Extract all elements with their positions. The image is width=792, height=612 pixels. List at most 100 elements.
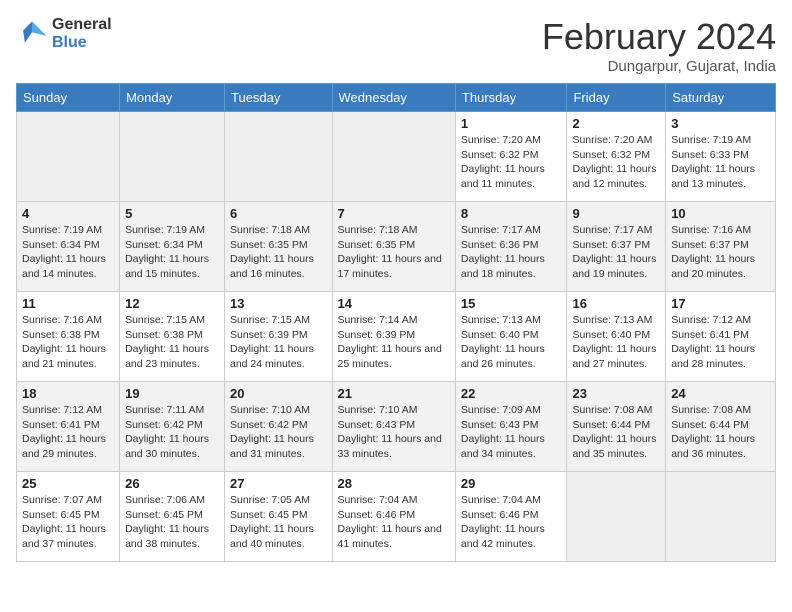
calendar-week-0: 1Sunrise: 7:20 AM Sunset: 6:32 PM Daylig… — [17, 112, 776, 202]
day-number: 13 — [230, 296, 327, 311]
day-number: 4 — [22, 206, 114, 221]
day-number: 24 — [671, 386, 770, 401]
calendar-cell: 29 Sunrise: 7:04 AM Sunset: 6:46 PM Dayli… — [455, 472, 567, 562]
day-number: 15 — [461, 296, 562, 311]
day-info: Sunrise: 7:11 AM Sunset: 6:42 PM Dayligh… — [125, 403, 219, 462]
day-info: Sunrise: 7:16 AM Sunset: 6:38 PM Dayligh… — [22, 313, 114, 372]
calendar-body: 1Sunrise: 7:20 AM Sunset: 6:32 PM Daylig… — [17, 112, 776, 562]
day-number: 7 — [338, 206, 450, 221]
day-number: 9 — [572, 206, 660, 221]
calendar-cell: 19 Sunrise: 7:11 AM Sunset: 6:42 PM Dayli… — [120, 382, 225, 472]
calendar-cell: 9 Sunrise: 7:17 AM Sunset: 6:37 PM Daylig… — [567, 202, 666, 292]
day-number: 14 — [338, 296, 450, 311]
day-info: Sunrise: 7:10 AM Sunset: 6:42 PM Dayligh… — [230, 403, 327, 462]
calendar-week-2: 11 Sunrise: 7:16 AM Sunset: 6:38 PM Dayli… — [17, 292, 776, 382]
calendar-cell: 26 Sunrise: 7:06 AM Sunset: 6:45 PM Dayli… — [120, 472, 225, 562]
day-info: Sunrise: 7:20 AM Sunset: 6:32 PM Dayligh… — [572, 133, 660, 192]
calendar-cell: 16Sunrise: 7:13 AM Sunset: 6:40 PM Dayli… — [567, 292, 666, 382]
calendar-cell — [17, 112, 120, 202]
day-number: 22 — [461, 386, 562, 401]
day-info: Sunrise: 7:19 AM Sunset: 6:34 PM Dayligh… — [125, 223, 219, 282]
day-info: Sunrise: 7:07 AM Sunset: 6:45 PM Dayligh… — [22, 493, 114, 552]
month-title: February 2024 — [542, 16, 776, 58]
col-monday: Monday — [120, 84, 225, 112]
calendar-cell: 15 Sunrise: 7:13 AM Sunset: 6:40 PM Dayli… — [455, 292, 567, 382]
day-number: 18 — [22, 386, 114, 401]
calendar-cell: 22 Sunrise: 7:09 AM Sunset: 6:43 PM Dayli… — [455, 382, 567, 472]
day-number: 10 — [671, 206, 770, 221]
col-thursday: Thursday — [455, 84, 567, 112]
day-number: 6 — [230, 206, 327, 221]
day-number: 17 — [671, 296, 770, 311]
calendar-cell: 21 Sunrise: 7:10 AM Sunset: 6:43 PM Dayli… — [332, 382, 455, 472]
page-header: General Blue February 2024 Dungarpur, Gu… — [16, 16, 776, 75]
day-number: 19 — [125, 386, 219, 401]
calendar-cell: 1Sunrise: 7:20 AM Sunset: 6:32 PM Daylig… — [455, 112, 567, 202]
day-info: Sunrise: 7:04 AM Sunset: 6:46 PM Dayligh… — [461, 493, 562, 552]
calendar-cell: 12Sunrise: 7:15 AM Sunset: 6:38 PM Dayli… — [120, 292, 225, 382]
day-info: Sunrise: 7:05 AM Sunset: 6:45 PM Dayligh… — [230, 493, 327, 552]
calendar-cell: 28 Sunrise: 7:04 AM Sunset: 6:46 PM Dayli… — [332, 472, 455, 562]
day-info: Sunrise: 7:14 AM Sunset: 6:39 PM Dayligh… — [338, 313, 450, 372]
calendar-cell: 25 Sunrise: 7:07 AM Sunset: 6:45 PM Dayli… — [17, 472, 120, 562]
calendar-table: Sunday Monday Tuesday Wednesday Thursday… — [16, 83, 776, 562]
day-number: 29 — [461, 476, 562, 491]
day-info: Sunrise: 7:17 AM Sunset: 6:36 PM Dayligh… — [461, 223, 562, 282]
day-info: Sunrise: 7:06 AM Sunset: 6:45 PM Dayligh… — [125, 493, 219, 552]
day-number: 5 — [125, 206, 219, 221]
col-tuesday: Tuesday — [225, 84, 333, 112]
day-info: Sunrise: 7:19 AM Sunset: 6:33 PM Dayligh… — [671, 133, 770, 192]
day-info: Sunrise: 7:10 AM Sunset: 6:43 PM Dayligh… — [338, 403, 450, 462]
day-number: 25 — [22, 476, 114, 491]
calendar-cell: 14 Sunrise: 7:14 AM Sunset: 6:39 PM Dayli… — [332, 292, 455, 382]
col-saturday: Saturday — [666, 84, 776, 112]
calendar-week-1: 4 Sunrise: 7:19 AM Sunset: 6:34 PM Daylig… — [17, 202, 776, 292]
day-info: Sunrise: 7:12 AM Sunset: 6:41 PM Dayligh… — [22, 403, 114, 462]
calendar-cell — [666, 472, 776, 562]
day-info: Sunrise: 7:08 AM Sunset: 6:44 PM Dayligh… — [572, 403, 660, 462]
day-info: Sunrise: 7:18 AM Sunset: 6:35 PM Dayligh… — [338, 223, 450, 282]
calendar-cell: 5 Sunrise: 7:19 AM Sunset: 6:34 PM Daylig… — [120, 202, 225, 292]
calendar-cell: 27 Sunrise: 7:05 AM Sunset: 6:45 PM Dayli… — [225, 472, 333, 562]
day-number: 12 — [125, 296, 219, 311]
day-info: Sunrise: 7:08 AM Sunset: 6:44 PM Dayligh… — [671, 403, 770, 462]
day-number: 26 — [125, 476, 219, 491]
logo-icon — [16, 18, 48, 50]
calendar-cell: 24 Sunrise: 7:08 AM Sunset: 6:44 PM Dayli… — [666, 382, 776, 472]
day-info: Sunrise: 7:15 AM Sunset: 6:39 PM Dayligh… — [230, 313, 327, 372]
logo-text: General Blue — [52, 16, 112, 52]
calendar-cell: 18 Sunrise: 7:12 AM Sunset: 6:41 PM Dayli… — [17, 382, 120, 472]
day-number: 8 — [461, 206, 562, 221]
day-info: Sunrise: 7:19 AM Sunset: 6:34 PM Dayligh… — [22, 223, 114, 282]
calendar-header: Sunday Monday Tuesday Wednesday Thursday… — [17, 84, 776, 112]
col-wednesday: Wednesday — [332, 84, 455, 112]
calendar-cell: 2 Sunrise: 7:20 AM Sunset: 6:32 PM Daylig… — [567, 112, 666, 202]
day-info: Sunrise: 7:18 AM Sunset: 6:35 PM Dayligh… — [230, 223, 327, 282]
day-number: 23 — [572, 386, 660, 401]
day-info: Sunrise: 7:13 AM Sunset: 6:40 PM Dayligh… — [461, 313, 562, 372]
calendar-cell: 8 Sunrise: 7:17 AM Sunset: 6:36 PM Daylig… — [455, 202, 567, 292]
logo: General Blue — [16, 16, 112, 52]
day-info: Sunrise: 7:20 AM Sunset: 6:32 PM Dayligh… — [461, 133, 562, 192]
day-number: 27 — [230, 476, 327, 491]
location-subtitle: Dungarpur, Gujarat, India — [542, 58, 776, 75]
day-number: 2 — [572, 116, 660, 131]
calendar-cell: 6 Sunrise: 7:18 AM Sunset: 6:35 PM Daylig… — [225, 202, 333, 292]
calendar-cell — [567, 472, 666, 562]
day-info: Sunrise: 7:17 AM Sunset: 6:37 PM Dayligh… — [572, 223, 660, 282]
col-sunday: Sunday — [17, 84, 120, 112]
calendar-cell: 23 Sunrise: 7:08 AM Sunset: 6:44 PM Dayli… — [567, 382, 666, 472]
title-block: February 2024 Dungarpur, Gujarat, India — [542, 16, 776, 75]
day-number: 20 — [230, 386, 327, 401]
calendar-cell — [225, 112, 333, 202]
day-info: Sunrise: 7:04 AM Sunset: 6:46 PM Dayligh… — [338, 493, 450, 552]
day-number: 21 — [338, 386, 450, 401]
calendar-cell: 3Sunrise: 7:19 AM Sunset: 6:33 PM Daylig… — [666, 112, 776, 202]
day-number: 16 — [572, 296, 660, 311]
calendar-cell: 11 Sunrise: 7:16 AM Sunset: 6:38 PM Dayli… — [17, 292, 120, 382]
calendar-week-4: 25 Sunrise: 7:07 AM Sunset: 6:45 PM Dayli… — [17, 472, 776, 562]
day-number: 11 — [22, 296, 114, 311]
day-number: 28 — [338, 476, 450, 491]
day-info: Sunrise: 7:09 AM Sunset: 6:43 PM Dayligh… — [461, 403, 562, 462]
header-row: Sunday Monday Tuesday Wednesday Thursday… — [17, 84, 776, 112]
